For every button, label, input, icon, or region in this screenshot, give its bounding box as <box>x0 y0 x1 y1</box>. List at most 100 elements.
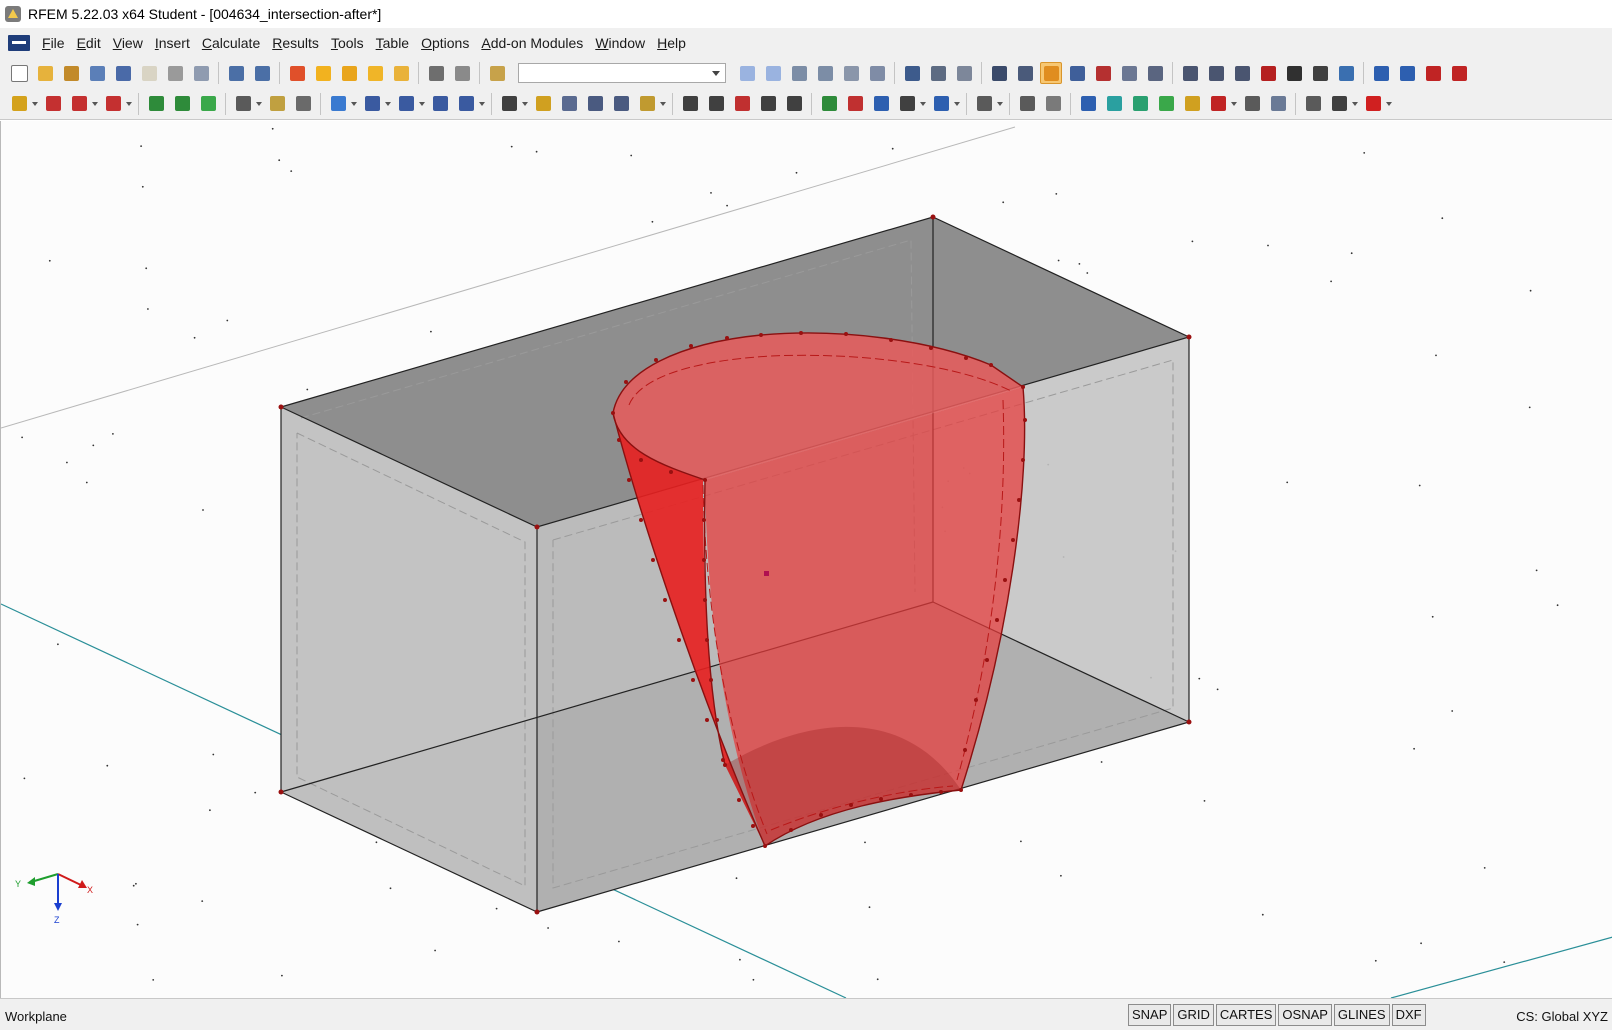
addon-button[interactable] <box>1335 62 1357 84</box>
menu-help[interactable]: Help <box>651 28 692 58</box>
load-case-select[interactable] <box>518 63 726 83</box>
section-button[interactable] <box>232 93 254 115</box>
menu-tools[interactable]: Tools <box>325 28 370 58</box>
check-model-button[interactable] <box>973 93 995 115</box>
dropdown-arrow-icon[interactable] <box>1386 93 1392 115</box>
print-preview-button[interactable] <box>190 62 212 84</box>
generate-surface-button[interactable] <box>1103 93 1125 115</box>
previous-button[interactable] <box>736 62 758 84</box>
result-stress-button[interactable] <box>1422 62 1444 84</box>
move-copy-button[interactable] <box>679 93 701 115</box>
open-folder-button[interactable] <box>34 62 56 84</box>
next-button[interactable] <box>762 62 784 84</box>
render-solid-button[interactable] <box>1040 62 1062 84</box>
result-z-button[interactable] <box>870 93 892 115</box>
zoom-window-button[interactable] <box>927 62 949 84</box>
project-button[interactable] <box>783 93 805 115</box>
dropdown-arrow-icon[interactable] <box>92 93 98 115</box>
rotate-copy-button[interactable] <box>705 93 727 115</box>
menu-file[interactable]: File <box>36 28 71 58</box>
intersection-button[interactable] <box>1077 93 1099 115</box>
snap-node-button[interactable] <box>1179 62 1201 84</box>
display-sections-button[interactable] <box>1092 62 1114 84</box>
print-button[interactable] <box>164 62 186 84</box>
save-all-button[interactable] <box>86 62 108 84</box>
model-viewport[interactable]: Y X Z <box>0 121 1612 998</box>
settings-dialog-button[interactable] <box>1309 62 1331 84</box>
dropdown-arrow-icon[interactable] <box>256 93 262 115</box>
new-set-button[interactable] <box>429 93 451 115</box>
dropdown-arrow-icon[interactable] <box>351 93 357 115</box>
snap-toggle[interactable]: SNAP <box>1128 1004 1171 1026</box>
perpendicular-button[interactable] <box>1205 62 1227 84</box>
generate-mesh-button[interactable] <box>1181 93 1203 115</box>
result-deformation-button[interactable] <box>1448 62 1470 84</box>
menu-results[interactable]: Results <box>266 28 325 58</box>
dropdown-arrow-icon[interactable] <box>997 93 1003 115</box>
new-line-button[interactable] <box>42 93 64 115</box>
load-wizard-button[interactable] <box>610 93 632 115</box>
dropdown-arrow-icon[interactable] <box>1231 93 1237 115</box>
dxf-toggle[interactable]: DXF <box>1392 1004 1426 1026</box>
rfem-app-icon[interactable] <box>4 5 22 23</box>
dropdown-arrow-icon[interactable] <box>479 93 485 115</box>
dropdown-arrow-icon[interactable] <box>660 93 666 115</box>
view-z-button[interactable] <box>840 62 862 84</box>
dropdown-arrow-icon[interactable] <box>32 93 38 115</box>
result-paint-button[interactable] <box>930 93 952 115</box>
cartes-toggle[interactable]: CARTES <box>1216 1004 1277 1026</box>
redo-button[interactable] <box>251 62 273 84</box>
tools-button[interactable] <box>1328 93 1350 115</box>
marker-button[interactable] <box>532 93 554 115</box>
delete-button[interactable] <box>1257 62 1279 84</box>
display-dimension-button[interactable] <box>1144 62 1166 84</box>
mirror-button[interactable] <box>1231 62 1253 84</box>
grid-line-button[interactable] <box>292 93 314 115</box>
new-solid-button[interactable] <box>327 93 349 115</box>
color-scale-button[interactable] <box>1283 62 1305 84</box>
menu-insert[interactable]: Insert <box>149 28 196 58</box>
dropdown-arrow-icon[interactable] <box>920 93 926 115</box>
hinge-button[interactable] <box>171 93 193 115</box>
osnap-toggle[interactable]: OSNAP <box>1278 1004 1332 1026</box>
new-arc-button[interactable] <box>68 93 90 115</box>
mirror-copy-button[interactable] <box>731 93 753 115</box>
surface-button[interactable] <box>197 93 219 115</box>
new-surface-button[interactable] <box>395 93 417 115</box>
support-button[interactable] <box>145 93 167 115</box>
menu-add-on-modules[interactable]: Add-on Modules <box>475 28 589 58</box>
table-button[interactable] <box>425 62 447 84</box>
menu-view[interactable]: View <box>107 28 149 58</box>
grid-table-button[interactable] <box>1267 93 1289 115</box>
edit-results-button[interactable] <box>364 62 386 84</box>
dropdown-arrow-icon[interactable] <box>126 93 132 115</box>
new-opening-button[interactable] <box>361 93 383 115</box>
divide-line-button[interactable] <box>1016 93 1038 115</box>
new-file-button[interactable] <box>8 62 30 84</box>
surface-center-marker[interactable] <box>764 571 769 576</box>
dropdown-arrow-icon[interactable] <box>954 93 960 115</box>
select-multiple-button[interactable] <box>390 62 412 84</box>
show-results-button[interactable] <box>312 62 334 84</box>
model-canvas[interactable]: Y X Z <box>1 121 1612 998</box>
color-chart-button[interactable] <box>1362 93 1384 115</box>
report-button[interactable] <box>1302 93 1324 115</box>
navigator-button[interactable] <box>451 62 473 84</box>
result-diagram-button[interactable] <box>1370 62 1392 84</box>
glines-toggle[interactable]: GLINES <box>1334 1004 1390 1026</box>
generate-solid-button[interactable] <box>1129 93 1151 115</box>
generate-beam-button[interactable] <box>1241 93 1263 115</box>
structure-button[interactable] <box>584 93 606 115</box>
result-y-button[interactable] <box>844 93 866 115</box>
render-mesh-button[interactable] <box>1014 62 1036 84</box>
menu-table[interactable]: Table <box>370 28 415 58</box>
document-menu-icon[interactable] <box>8 35 30 51</box>
line-grid-button[interactable] <box>558 93 580 115</box>
view-y-button[interactable] <box>814 62 836 84</box>
dropdown-arrow-icon[interactable] <box>522 93 528 115</box>
menu-options[interactable]: Options <box>415 28 475 58</box>
render-wire-button[interactable] <box>988 62 1010 84</box>
generate-load-button[interactable] <box>286 62 308 84</box>
dimension-line-button[interactable] <box>266 93 288 115</box>
menu-edit[interactable]: Edit <box>71 28 107 58</box>
